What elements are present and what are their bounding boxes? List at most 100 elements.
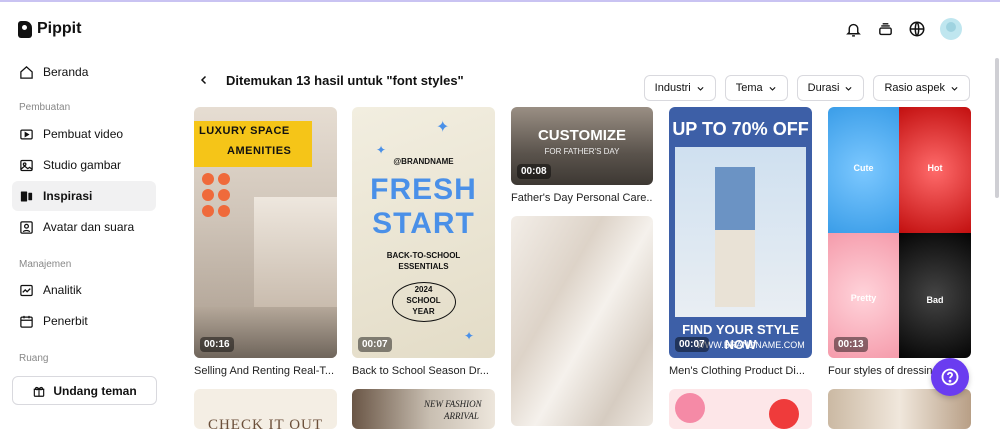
sidebar: Beranda Pembuatan Pembuat video Studio g… [0, 56, 170, 426]
card-title[interactable]: Back to School Season Dr... [352, 365, 495, 377]
template-card[interactable]: CUSTOMIZE FOR FATHER'S DAY 00:08 [511, 107, 653, 185]
sidebar-item-label: Analitik [43, 283, 82, 297]
product-photo [675, 147, 806, 317]
top-bar: Pippit [0, 2, 1000, 56]
sparkle-icon: ✦ [376, 143, 387, 157]
section-label-create: Pembuatan [19, 102, 71, 113]
sidebar-item-inspiration[interactable]: Inspirasi [12, 181, 156, 211]
template-card[interactable] [669, 389, 812, 429]
bell-icon[interactable] [844, 20, 862, 38]
sidebar-item-label: Beranda [43, 65, 89, 79]
card-text: CHECK IT OUT [207, 417, 324, 429]
top-actions [844, 18, 962, 40]
flower-decoration [675, 393, 705, 423]
sparkle-icon: ✦ [464, 329, 475, 343]
card-text: AMENITIES [227, 145, 292, 157]
page-scrollbar[interactable] [995, 58, 999, 198]
sidebar-item-publisher[interactable]: Penerbit [12, 306, 156, 336]
card-text: Cute [853, 163, 874, 173]
filter-bar: Industri Tema Durasi Rasio aspek [643, 75, 970, 101]
section-label-space: Ruang [19, 353, 49, 364]
help-button[interactable] [931, 358, 969, 396]
sidebar-item-analytics[interactable]: Analitik [12, 275, 156, 305]
card-text: UP TO 70% OFF [672, 119, 809, 139]
interior-window [254, 197, 337, 307]
sidebar-item-label: Studio gambar [43, 158, 122, 172]
card-text: CUSTOMIZE [537, 127, 627, 144]
card-text: Bad [926, 295, 944, 305]
dots-decoration [202, 173, 234, 219]
flower-decoration [769, 399, 799, 429]
card-title[interactable]: Four styles of dressin... [828, 365, 932, 377]
sidebar-item-label: Penerbit [43, 314, 88, 328]
card-text: BACK-TO-SCHOOL [386, 251, 461, 260]
filter-theme[interactable]: Tema [724, 75, 788, 101]
globe-language-icon[interactable] [908, 20, 926, 38]
results-header: Ditemukan 13 hasil untuk "font styles" [196, 72, 464, 88]
gift-icon [34, 386, 45, 397]
sidebar-item-label: Pembuat video [43, 127, 124, 141]
card-text: YEAR [412, 307, 435, 316]
card-title[interactable]: Father's Day Personal Care... [511, 192, 653, 204]
card-text: START [372, 207, 475, 240]
app-logo[interactable]: Pippit [18, 20, 81, 38]
filter-label: Durasi [807, 82, 840, 94]
app-name: Pippit [37, 20, 82, 37]
duration-badge: 00:13 [834, 337, 868, 352]
analytics-icon [20, 284, 33, 296]
invite-friends-button[interactable]: Undang teman [12, 376, 157, 405]
card-text: Pretty [850, 293, 877, 303]
avatar-voice-icon [20, 220, 33, 234]
card-text: 2024 [414, 285, 433, 294]
chevron-down-icon [845, 86, 852, 91]
sidebar-item-image-studio[interactable]: Studio gambar [12, 150, 156, 180]
sidebar-item-label: Avatar dan suara [43, 220, 135, 234]
sidebar-item-video-maker[interactable]: Pembuat video [12, 119, 156, 149]
template-card[interactable] [511, 216, 653, 426]
duration-badge: 00:07 [358, 337, 392, 352]
card-text: SCHOOL [406, 296, 441, 305]
duration-badge: 00:07 [675, 337, 709, 352]
template-card[interactable]: Cute Hot Pretty Bad 00:13 [828, 107, 971, 358]
filter-label: Tema [735, 82, 763, 94]
template-card[interactable]: LUXURY SPACE AMENITIES 00:16 [194, 107, 337, 358]
card-text: FOR FATHER'S DAY [544, 147, 620, 156]
back-button[interactable] [196, 72, 212, 88]
card-text: ARRIVAL [444, 411, 479, 421]
template-card[interactable]: UP TO 70% OFF FIND YOUR STYLE NOW WWW.BR… [669, 107, 812, 358]
image-icon [20, 159, 33, 171]
chevron-down-icon [769, 86, 776, 91]
filter-industry[interactable]: Industri [643, 75, 716, 101]
card-title[interactable]: Men's Clothing Product Di... [669, 365, 812, 377]
logo-icon [18, 20, 32, 38]
card-text: @BRANDNAME [393, 157, 454, 166]
question-icon [941, 368, 959, 386]
duration-badge: 00:16 [200, 337, 234, 352]
sidebar-item-home[interactable]: Beranda [12, 57, 156, 87]
template-card[interactable]: @BRANDNAME FRESH START BACK-TO-SCHOOL ES… [352, 107, 495, 358]
card-text: FRESH [370, 173, 477, 206]
chevron-down-icon [951, 86, 958, 91]
card-title[interactable]: Selling And Renting Real-T... [194, 365, 337, 377]
video-icon [20, 129, 33, 139]
invite-label: Undang teman [53, 383, 137, 398]
filter-duration[interactable]: Durasi [796, 75, 865, 101]
template-card[interactable]: CHECK IT OUT [194, 389, 337, 429]
calendar-icon [20, 315, 33, 328]
card-text: Hot [927, 163, 943, 173]
stack-icon[interactable] [876, 20, 894, 38]
card-text: NEW FASHION [424, 399, 482, 409]
sparkle-icon: ✦ [436, 119, 450, 136]
inspiration-icon [20, 191, 33, 201]
filter-aspect-ratio[interactable]: Rasio aspek [873, 75, 970, 101]
results-title: Ditemukan 13 hasil untuk "font styles" [226, 72, 464, 88]
chevron-down-icon [697, 86, 704, 91]
template-card[interactable]: NEW FASHION ARRIVAL [352, 389, 495, 429]
chevron-left-icon [200, 75, 207, 85]
filter-label: Industri [654, 82, 691, 94]
card-text: ESSENTIALS [398, 262, 449, 271]
user-avatar[interactable] [940, 18, 962, 40]
sidebar-item-avatar-voice[interactable]: Avatar dan suara [12, 212, 156, 242]
duration-badge: 00:08 [517, 164, 551, 179]
home-icon [20, 65, 33, 79]
